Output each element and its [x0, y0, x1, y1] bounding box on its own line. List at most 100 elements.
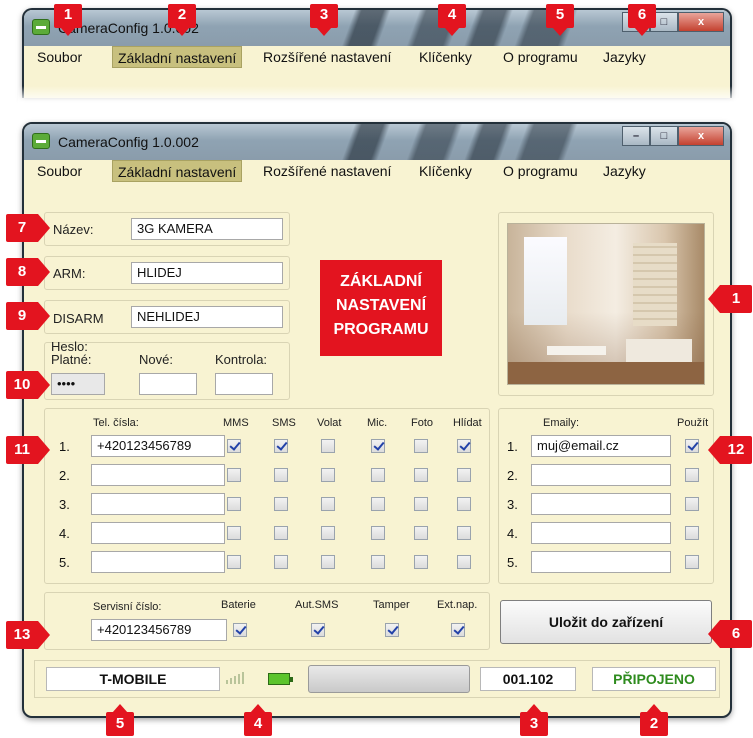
email-input[interactable]	[531, 464, 671, 486]
menu-preview-window: CameraConfig 1.0.002 – □ x Soubor Základ…	[22, 8, 732, 98]
phone-sms-checkbox[interactable]	[274, 497, 288, 511]
menu-klicenky[interactable]: Klíčenky	[414, 160, 477, 182]
service-number-input[interactable]: +420123456789	[91, 619, 227, 641]
menu-soubor[interactable]: Soubor	[32, 160, 87, 182]
phone-hldat-checkbox[interactable]	[457, 526, 471, 540]
email-input[interactable]	[531, 551, 671, 573]
phone-hldat-checkbox[interactable]	[457, 497, 471, 511]
phone-volat-checkbox[interactable]	[321, 439, 335, 453]
email-use-checkbox[interactable]	[685, 439, 699, 453]
phone-mms-checkbox[interactable]	[227, 555, 241, 569]
marker-top-5: 5	[546, 4, 574, 36]
phone-number-input[interactable]	[91, 522, 225, 544]
disarm-label: DISARM	[53, 311, 104, 326]
email-input[interactable]: muj@email.cz	[531, 435, 671, 457]
email-input[interactable]	[531, 493, 671, 515]
col-mms: MMS	[223, 417, 249, 429]
menu-soubor[interactable]: Soubor	[32, 46, 87, 68]
phone-mms-checkbox[interactable]	[227, 468, 241, 482]
menu-rozsirene-nastaveni[interactable]: Rozšířené nastavení	[258, 46, 396, 68]
email-use-checkbox[interactable]	[685, 526, 699, 540]
menu-jazyky[interactable]: Jazyky	[598, 46, 651, 68]
menu-jazyky[interactable]: Jazyky	[598, 160, 651, 182]
phone-number-input[interactable]	[91, 464, 225, 486]
email-use-checkbox[interactable]	[685, 468, 699, 482]
phone-foto-checkbox[interactable]	[414, 555, 428, 569]
col-foto: Foto	[411, 417, 434, 429]
phone-hldat-checkbox[interactable]	[457, 439, 471, 453]
phone-mms-checkbox[interactable]	[227, 497, 241, 511]
marker-top-6: 6	[628, 4, 656, 36]
signal-icon	[226, 670, 244, 684]
save-to-device-button[interactable]: Uložit do zařízení	[500, 600, 712, 644]
arm-group: ARM: HLIDEJ	[44, 256, 290, 290]
phone-sms-checkbox[interactable]	[274, 555, 288, 569]
phone-volat-checkbox[interactable]	[321, 468, 335, 482]
menu-zakladni-nastaveni[interactable]: Základní nastavení	[112, 160, 243, 182]
phone-mic-checkbox[interactable]	[371, 497, 385, 511]
menu-klicenky[interactable]: Klíčenky	[414, 46, 477, 68]
menu-rozsirene-nastaveni[interactable]: Rozšířené nastavení	[258, 160, 396, 182]
password-new-label: Nové:	[139, 352, 173, 367]
phone-mic-checkbox[interactable]	[371, 439, 385, 453]
marker-bottom-4: 4	[244, 704, 272, 736]
marker-right-1: 1	[708, 285, 752, 313]
col-aut-sms: Aut.SMS	[295, 599, 339, 611]
email-use-checkbox[interactable]	[685, 497, 699, 511]
phone-sms-checkbox[interactable]	[274, 526, 288, 540]
password-confirm-input[interactable]	[215, 373, 273, 395]
col-volat: Volat	[317, 417, 342, 429]
col-baterie: Baterie	[221, 599, 256, 611]
phone-volat-checkbox[interactable]	[321, 526, 335, 540]
phone-mic-checkbox[interactable]	[371, 555, 385, 569]
phone-number-input[interactable]	[91, 551, 225, 573]
email-row-number: 1.	[507, 439, 518, 454]
phone-mic-checkbox[interactable]	[371, 468, 385, 482]
minimize-button[interactable]: –	[622, 126, 650, 146]
menu-zakladni-nastaveni[interactable]: Základní nastavení	[112, 46, 243, 68]
password-new-input[interactable]	[139, 373, 197, 395]
phone-foto-checkbox[interactable]	[414, 468, 428, 482]
phone-volat-checkbox[interactable]	[321, 497, 335, 511]
phone-sms-checkbox[interactable]	[274, 439, 288, 453]
phone-hldat-checkbox[interactable]	[457, 468, 471, 482]
close-button[interactable]: x	[678, 126, 724, 146]
service-baterie-checkbox[interactable]	[233, 623, 247, 637]
phone-volat-checkbox[interactable]	[321, 555, 335, 569]
password-confirm-label: Kontrola:	[215, 352, 268, 367]
phone-foto-checkbox[interactable]	[414, 439, 428, 453]
email-use-checkbox[interactable]	[685, 555, 699, 569]
phone-hldat-checkbox[interactable]	[457, 555, 471, 569]
password-valid-input[interactable]: ••••	[51, 373, 105, 395]
service-autsms-checkbox[interactable]	[311, 623, 325, 637]
service-extnap-checkbox[interactable]	[451, 623, 465, 637]
phone-number-input[interactable]	[91, 493, 225, 515]
phone-number-input[interactable]: +420123456789	[91, 435, 225, 457]
version-status: 001.102	[480, 667, 576, 691]
phone-mms-checkbox[interactable]	[227, 526, 241, 540]
menu-o-programu[interactable]: O programu	[498, 46, 583, 68]
window-title: CameraConfig 1.0.002	[58, 134, 199, 150]
emails-use-header: Použít	[677, 417, 709, 429]
phone-row-number: 2.	[59, 468, 70, 483]
maximize-button[interactable]: □	[650, 126, 678, 146]
main-window: CameraConfig 1.0.002 – □ x Soubor Základ…	[22, 122, 732, 718]
col-ext-nap: Ext.nap.	[437, 599, 478, 611]
menu-o-programu[interactable]: O programu	[498, 160, 583, 182]
emails-group: Emaily: Použít 1. muj@email.cz 2. 3. 4. 5.	[498, 408, 714, 584]
col-sms: SMS	[272, 417, 296, 429]
phone-foto-checkbox[interactable]	[414, 526, 428, 540]
service-group: Servisní číslo: Baterie Aut.SMS Tamper E…	[44, 592, 490, 650]
phone-foto-checkbox[interactable]	[414, 497, 428, 511]
service-tamper-checkbox[interactable]	[385, 623, 399, 637]
preview-fade	[18, 86, 738, 110]
marker-left-10: 10	[6, 371, 50, 399]
phone-mms-checkbox[interactable]	[227, 439, 241, 453]
email-input[interactable]	[531, 522, 671, 544]
close-button[interactable]: x	[678, 12, 724, 32]
phone-mic-checkbox[interactable]	[371, 526, 385, 540]
arm-input[interactable]: HLIDEJ	[131, 262, 283, 284]
name-input[interactable]: 3G KAMERA	[131, 218, 283, 240]
disarm-input[interactable]: NEHLIDEJ	[131, 306, 283, 328]
phone-sms-checkbox[interactable]	[274, 468, 288, 482]
